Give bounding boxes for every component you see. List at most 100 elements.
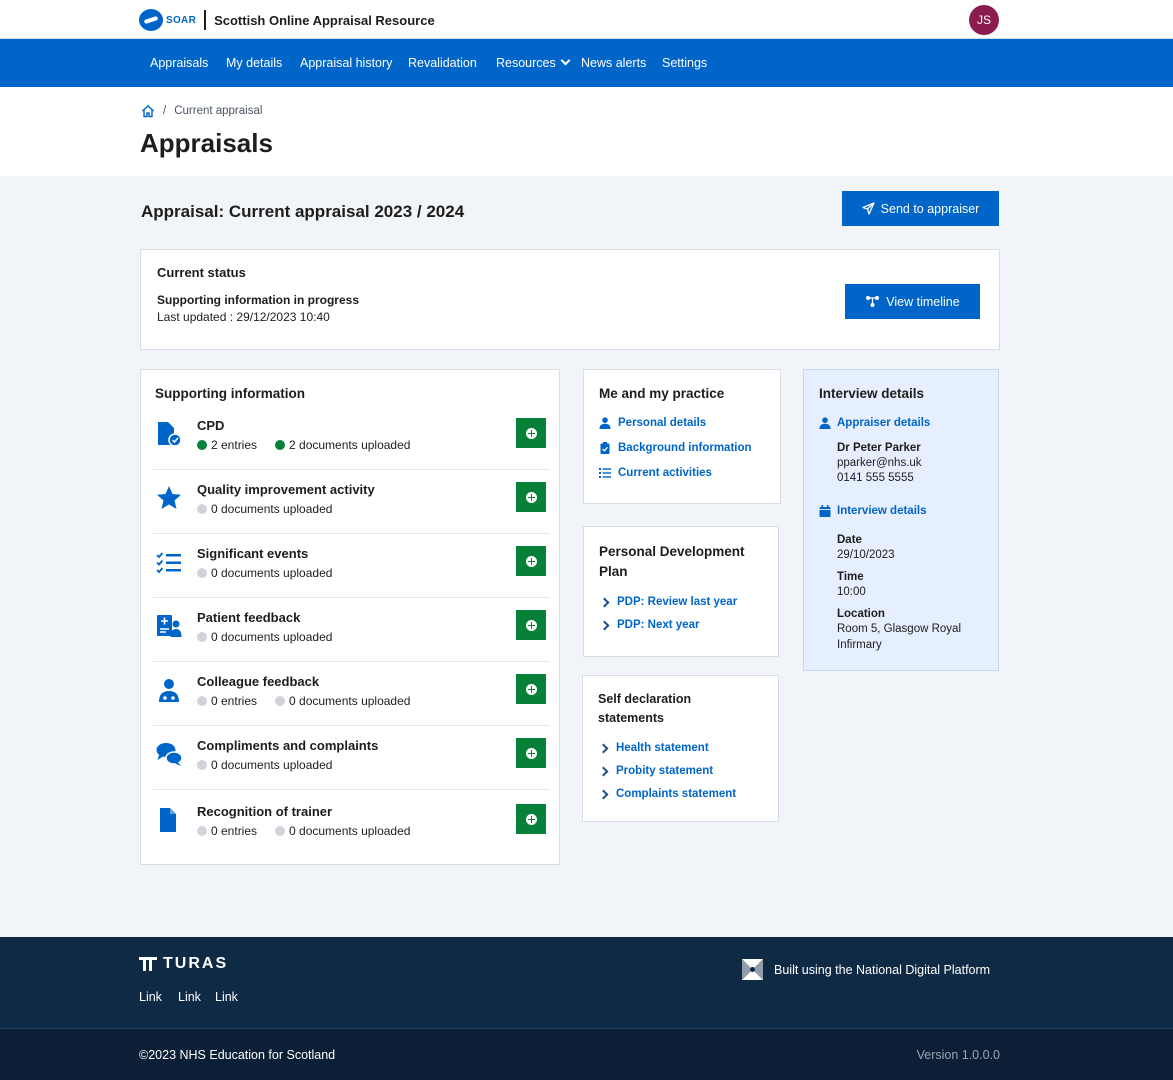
supporting-information-title: Supporting information: [155, 386, 305, 401]
national-digital-platform: Built using the National Digital Platfor…: [742, 959, 990, 980]
appraiser-details-link[interactable]: Appraiser details: [819, 417, 930, 429]
turas-brand-text: TURAS: [163, 955, 229, 972]
pdp-card: Personal Development Plan PDP: Review la…: [583, 526, 779, 657]
home-icon[interactable]: [141, 104, 155, 118]
nav-resources[interactable]: Resources: [496, 39, 571, 87]
copyright: ©2023 NHS Education for Scotland: [139, 1048, 336, 1062]
add-significant-events-button[interactable]: [516, 546, 546, 576]
si-title: Significant events: [197, 546, 309, 561]
nav-resources-label: Resources: [496, 56, 556, 70]
health-statement-label: Health statement: [616, 742, 709, 754]
nav-appraisals[interactable]: Appraisals: [150, 39, 208, 87]
add-colleague-feedback-button[interactable]: [516, 674, 546, 704]
platform-text: Built using the National Digital Platfor…: [774, 962, 991, 977]
pdp-review-last-year-link[interactable]: PDP: Review last year: [599, 596, 738, 608]
breadcrumb-current: Current appraisal: [174, 105, 263, 117]
patient-feedback-icon: [157, 615, 182, 637]
current-activities-link[interactable]: Current activities: [599, 467, 712, 479]
plus-circle-icon: [525, 427, 537, 439]
self-declaration-card: Self declaration statements Health state…: [582, 675, 779, 822]
footer-link-1[interactable]: Link: [139, 990, 162, 1004]
chevron-right-icon: [599, 597, 610, 607]
status-dot: [275, 440, 286, 450]
nav-news-alerts[interactable]: News alerts: [581, 39, 646, 87]
pdp-next-year-label: PDP: Next year: [617, 619, 700, 631]
add-quality-improvement-button[interactable]: [516, 482, 546, 512]
si-meta: 0 entries 0 documents uploaded: [197, 824, 410, 838]
add-recognition-trainer-button[interactable]: [516, 804, 546, 834]
si-documents: 0 documents uploaded: [211, 502, 333, 516]
si-row-quality-improvement: Quality improvement activity 0 documents…: [153, 470, 550, 534]
current-status-card: Current status Supporting information in…: [140, 249, 1000, 350]
si-documents: 0 documents uploaded: [211, 630, 333, 644]
footer-bottom: ©2023 NHS Education for Scotland Version…: [0, 1028, 1173, 1080]
si-meta: 2 entries 2 documents uploaded: [197, 438, 410, 452]
pdp-title-line2: Plan: [599, 564, 628, 579]
chevron-right-icon: [598, 789, 609, 799]
appraiser-phone: 0141 555 5555: [837, 472, 914, 484]
si-row-recognition-trainer: Recognition of trainer 0 entries 0 docum…: [153, 792, 550, 856]
si-documents: 0 documents uploaded: [211, 566, 333, 580]
brand-soar-text: SOAR: [166, 14, 197, 26]
turas-logo-icon: [139, 957, 157, 971]
main-navigation: Appraisals My details Appraisal history …: [0, 39, 1173, 87]
interview-details-card: Interview details Appraiser details Dr P…: [803, 369, 999, 671]
add-cpd-button[interactable]: [516, 418, 546, 448]
appraisal-heading: Appraisal: Current appraisal 2023 / 2024: [141, 202, 465, 221]
nav-my-details[interactable]: My details: [226, 39, 282, 87]
nav-revalidation[interactable]: Revalidation: [408, 39, 477, 87]
status-dot: [275, 696, 286, 706]
brand-logo-link[interactable]: SOAR Scottish Online Appraisal Resource: [139, 8, 435, 32]
view-timeline-button[interactable]: View timeline: [845, 284, 980, 319]
health-statement-link[interactable]: Health statement: [598, 742, 709, 754]
si-documents: 2 documents uploaded: [289, 438, 411, 452]
supporting-information-card: Supporting information CPD 2 entries 2 d…: [140, 369, 560, 865]
appraiser-details-label: Appraiser details: [837, 417, 931, 429]
add-patient-feedback-button[interactable]: [516, 610, 546, 640]
timeline-icon: [866, 296, 880, 307]
me-and-practice-card: Me and my practice Personal details Back…: [583, 369, 781, 504]
location-line1: Room 5, Glasgow Royal: [837, 623, 961, 635]
chat-bubbles-icon: [156, 743, 183, 766]
file-icon: [160, 808, 176, 832]
plus-circle-icon: [525, 747, 537, 759]
national-digital-platform-icon: [742, 959, 763, 980]
person-icon: [599, 417, 611, 429]
status-dot: [197, 632, 207, 642]
si-title: Colleague feedback: [197, 674, 320, 689]
status-dot: [197, 504, 207, 514]
pdp-next-year-link[interactable]: PDP: Next year: [599, 619, 700, 631]
pdp-review-label: PDP: Review last year: [617, 596, 738, 608]
si-entries: 2 entries: [211, 438, 258, 452]
chevron-right-icon: [599, 620, 610, 630]
probity-statement-link[interactable]: Probity statement: [598, 765, 713, 777]
si-title: Patient feedback: [197, 610, 301, 625]
complaints-statement-link[interactable]: Complaints statement: [598, 788, 736, 800]
plus-circle-icon: [525, 491, 537, 503]
appraiser-name: Dr Peter Parker: [837, 442, 921, 454]
interview-details-link-label: Interview details: [837, 505, 927, 517]
si-meta: 0 documents uploaded: [197, 502, 332, 516]
soar-logo-icon: [139, 9, 163, 31]
status-dot: [197, 440, 207, 450]
time-label: Time: [837, 571, 864, 583]
nav-appraisal-history[interactable]: Appraisal history: [300, 39, 392, 87]
status-state: Supporting information in progress: [157, 293, 359, 307]
footer-link-3[interactable]: Link: [215, 990, 238, 1004]
background-information-link[interactable]: Background information: [599, 442, 752, 454]
checklist-icon: [156, 552, 181, 574]
pdp-title-line1: Personal Development: [599, 544, 745, 559]
chevron-right-icon: [598, 743, 609, 753]
status-dot: [197, 568, 207, 578]
send-to-appraiser-button[interactable]: Send to appraiser: [842, 191, 999, 226]
personal-details-link[interactable]: Personal details: [599, 417, 706, 429]
interview-details-link[interactable]: Interview details: [819, 505, 926, 517]
breadcrumb-separator: /: [163, 105, 167, 117]
si-row-colleague-feedback: Colleague feedback 0 entries 0 documents…: [153, 662, 550, 726]
add-compliments-complaints-button[interactable]: [516, 738, 546, 768]
user-avatar[interactable]: JS: [969, 5, 999, 35]
me-and-practice-title: Me and my practice: [599, 386, 725, 401]
current-activities-label: Current activities: [618, 467, 712, 479]
nav-settings[interactable]: Settings: [662, 39, 707, 87]
footer-link-2[interactable]: Link: [178, 990, 201, 1004]
